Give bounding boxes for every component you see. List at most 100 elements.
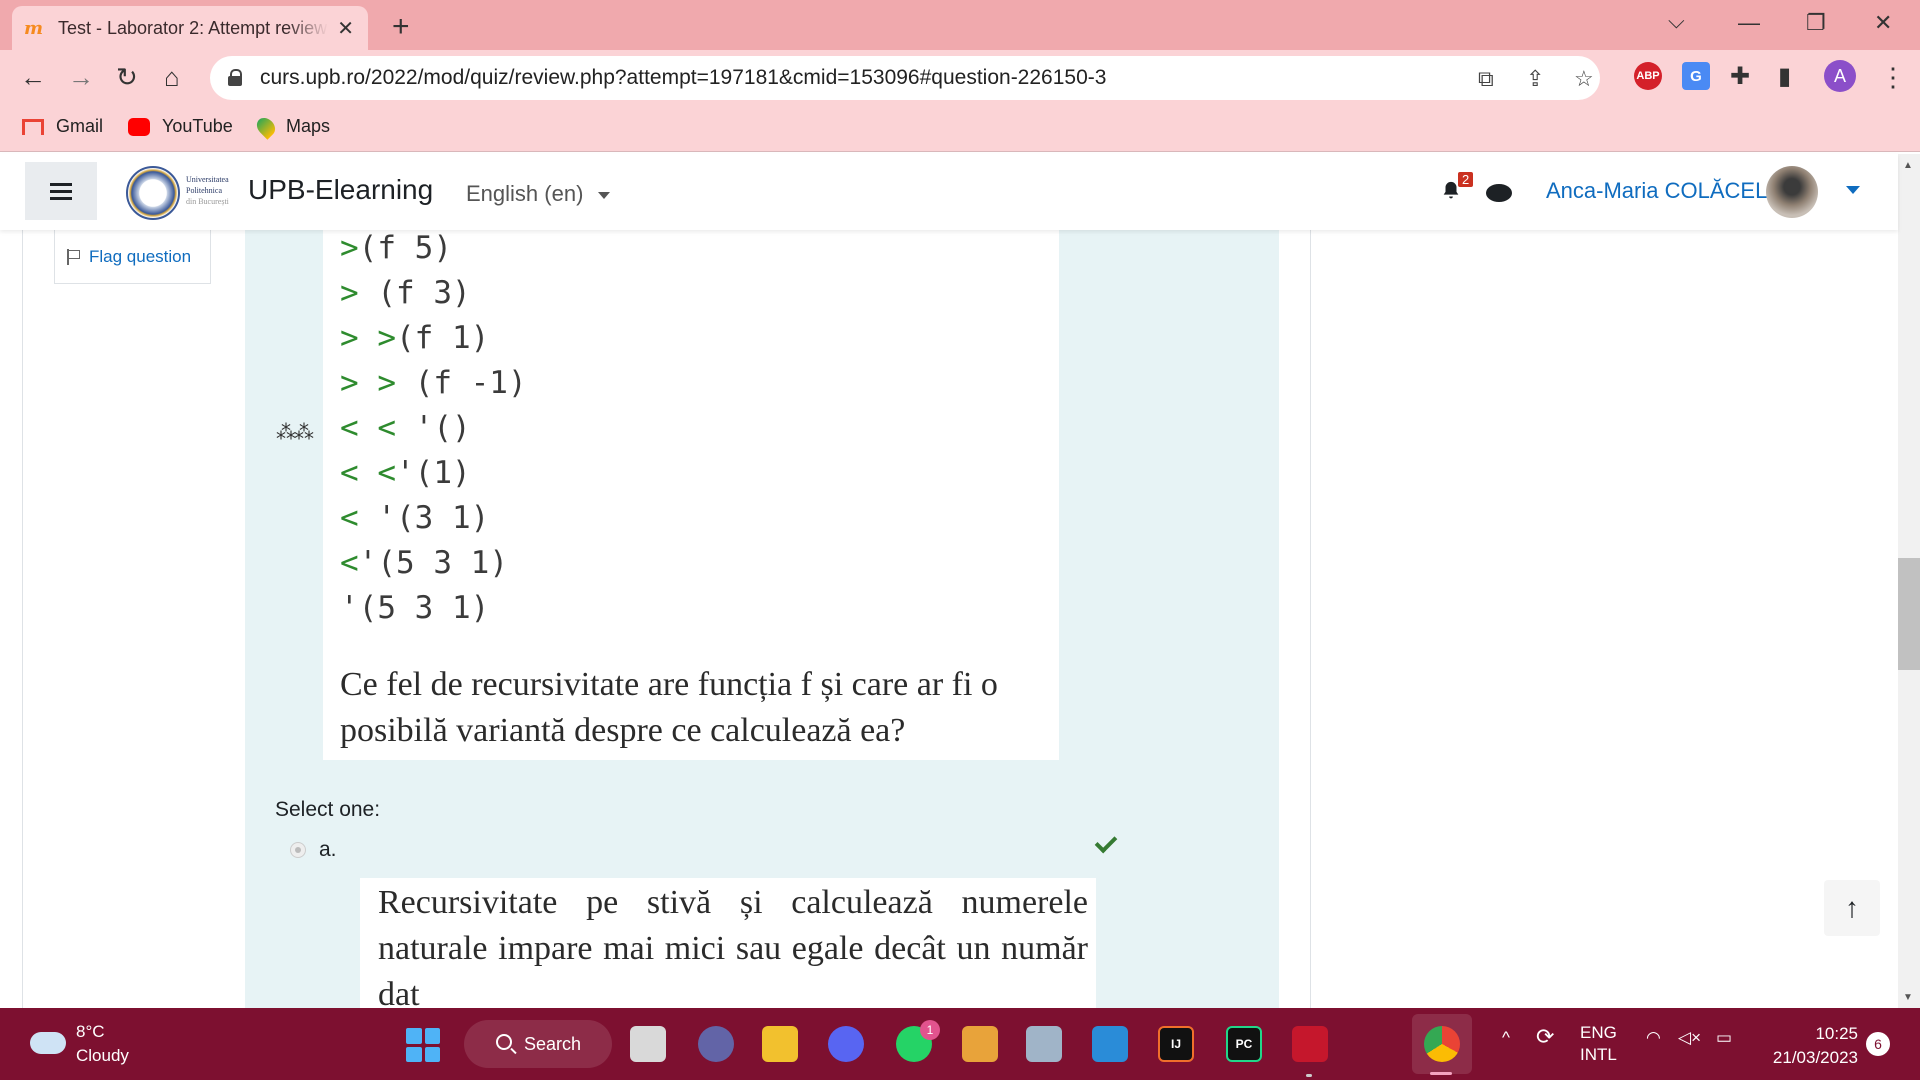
pycharm-icon[interactable]: PC (1226, 1026, 1262, 1062)
bookmark-youtube[interactable]: YouTube (128, 116, 233, 137)
chrome-icon[interactable] (1424, 1026, 1460, 1062)
language-indicator[interactable]: ENG INTL (1580, 1022, 1617, 1066)
battery-icon[interactable]: ▭ (1716, 1028, 1732, 1048)
forward-icon[interactable]: → (68, 62, 94, 93)
user-name[interactable]: Anca-Maria COLĂCEL (1546, 178, 1767, 204)
sidepanel-icon[interactable]: ▮ (1778, 62, 1791, 91)
restore-icon[interactable]: ❐ (1806, 10, 1826, 36)
option-a-letter: a. (319, 838, 337, 861)
option-a-radio[interactable] (290, 842, 306, 858)
flag-icon (67, 248, 81, 265)
back-icon[interactable]: ← (20, 62, 46, 93)
home-icon[interactable]: ⌂ (164, 62, 180, 93)
windows-taskbar: 8°C Cloudy Search 1 IJ PC ^ ⟳ ENG INTL ◠… (0, 1008, 1920, 1080)
keyboard-layout: INTL (1580, 1045, 1617, 1064)
vscode-icon[interactable] (1092, 1026, 1128, 1062)
clock-date: 21/03/2023 (1772, 1048, 1858, 1067)
trace-prefix: > (340, 275, 378, 311)
trace-line: <'(5 3 1) (340, 545, 508, 581)
drawer-toggle-button[interactable] (25, 162, 97, 220)
user-avatar[interactable] (1766, 166, 1818, 218)
university-logo[interactable] (126, 166, 180, 220)
question-text: Ce fel de recursivitate are funcția f și… (340, 666, 998, 749)
scrollbar-thumb[interactable] (1898, 558, 1920, 670)
translate-icon[interactable]: G (1682, 62, 1710, 90)
scroll-down-arrow-icon[interactable]: ▼ (1903, 992, 1913, 1003)
flag-question-button[interactable]: Flag question (54, 230, 211, 284)
bookmarks-bar: Gmail YouTube Maps (0, 106, 1920, 152)
weather-temperature[interactable]: 8°C (76, 1022, 105, 1042)
logo-line: Politehnica (186, 186, 222, 195)
abp-icon[interactable]: ABP (1634, 62, 1662, 90)
messages-icon[interactable] (1486, 184, 1512, 202)
logo-line: Universitatea (186, 175, 229, 184)
select-one-label: Select one: (275, 798, 381, 821)
puzzle-icon[interactable]: ✚ (1730, 62, 1750, 91)
file-explorer-icon[interactable] (762, 1026, 798, 1062)
sync-icon[interactable]: ⟳ (1536, 1024, 1554, 1050)
trace-expr: (f 1) (396, 320, 490, 356)
moodle-favicon-icon: m (24, 18, 44, 39)
taskbar-clock[interactable]: 10:25 21/03/2023 (1762, 1022, 1858, 1070)
trace-prefix: > > (340, 320, 396, 356)
new-tab-icon[interactable]: + (392, 10, 410, 44)
language-code: ENG (1580, 1023, 1617, 1042)
bookmark-maps[interactable]: Maps (253, 113, 330, 140)
trace-prefix: < (340, 545, 359, 581)
share-icon[interactable]: ⇪ (1526, 66, 1544, 92)
url-text[interactable]: curs.upb.ro/2022/mod/quiz/review.php?att… (260, 66, 1106, 90)
intellij-icon[interactable]: IJ (1158, 1026, 1194, 1062)
wifi-icon[interactable]: ◠ (1646, 1028, 1661, 1048)
minimize-icon[interactable]: — (1738, 10, 1760, 36)
menu-kebab-icon[interactable]: ⋮ (1880, 62, 1906, 93)
tab-search-chevron-icon[interactable]: ⌵ (1668, 8, 1685, 34)
running-indicator (1306, 1074, 1312, 1077)
user-menu-caret-icon[interactable] (1846, 186, 1860, 194)
trace-prefix: < < (340, 455, 396, 491)
caret-down-icon (597, 191, 610, 199)
close-tab-icon[interactable]: ✕ (337, 16, 354, 41)
discord-icon[interactable] (828, 1026, 864, 1062)
site-name-link[interactable]: UPB-Elearning (248, 174, 433, 206)
weather-description[interactable]: Cloudy (76, 1046, 129, 1066)
loading-spinner-icon: ⁂⁂ (276, 422, 314, 444)
task-view-icon[interactable] (630, 1026, 666, 1062)
translate-page-icon[interactable]: ⧉ (1478, 66, 1494, 92)
site-header: Universitatea Politehnica din București … (0, 154, 1898, 230)
trace-expr: (f 5) (358, 230, 452, 266)
reload-icon[interactable]: ↻ (116, 62, 138, 93)
bookmark-gmail[interactable]: Gmail (22, 116, 103, 137)
teams-chat-icon[interactable] (698, 1026, 734, 1062)
trace-expr: '() (414, 410, 471, 446)
logo-line: din București (186, 197, 229, 206)
virtualbox-icon[interactable] (1026, 1026, 1062, 1062)
trace-prefix: > (340, 230, 359, 266)
muted-speaker-icon[interactable]: ◁× (1678, 1028, 1701, 1048)
active-indicator (1430, 1072, 1452, 1075)
scroll-up-arrow-icon[interactable]: ▲ (1903, 160, 1913, 171)
profile-avatar[interactable]: A (1824, 60, 1856, 92)
lock-icon[interactable] (228, 69, 242, 87)
trace-expr: (f -1) (414, 365, 527, 401)
back-to-top-button[interactable]: ↑ (1824, 880, 1880, 936)
racket-icon[interactable] (1292, 1026, 1328, 1062)
clock-time: 10:25 (1815, 1024, 1858, 1043)
gmail-icon (22, 118, 44, 135)
browser-tabbar: m Test - Laborator 2: Attempt review ✕ +… (0, 0, 1920, 50)
address-bar[interactable]: curs.upb.ro/2022/mod/quiz/review.php?att… (210, 56, 1600, 100)
taskbar-search[interactable]: Search (464, 1020, 612, 1068)
bookmark-star-icon[interactable]: ☆ (1574, 66, 1594, 92)
divider (22, 230, 23, 1008)
browser-tab[interactable]: m Test - Laborator 2: Attempt review ✕ (12, 6, 368, 50)
app-arrows-icon[interactable] (962, 1026, 998, 1062)
start-button[interactable] (406, 1028, 440, 1062)
notification-center-badge[interactable]: 6 (1866, 1032, 1890, 1056)
cloud-icon[interactable] (30, 1032, 66, 1054)
tray-overflow-chevron-icon[interactable]: ^ (1502, 1028, 1510, 1048)
search-icon (496, 1034, 512, 1050)
maps-icon (253, 113, 279, 140)
language-selector[interactable]: English (en) (466, 181, 610, 207)
close-window-icon[interactable]: ✕ (1874, 10, 1892, 36)
bookmark-label: YouTube (162, 116, 233, 136)
trace-expr: (f 3) (377, 275, 471, 311)
